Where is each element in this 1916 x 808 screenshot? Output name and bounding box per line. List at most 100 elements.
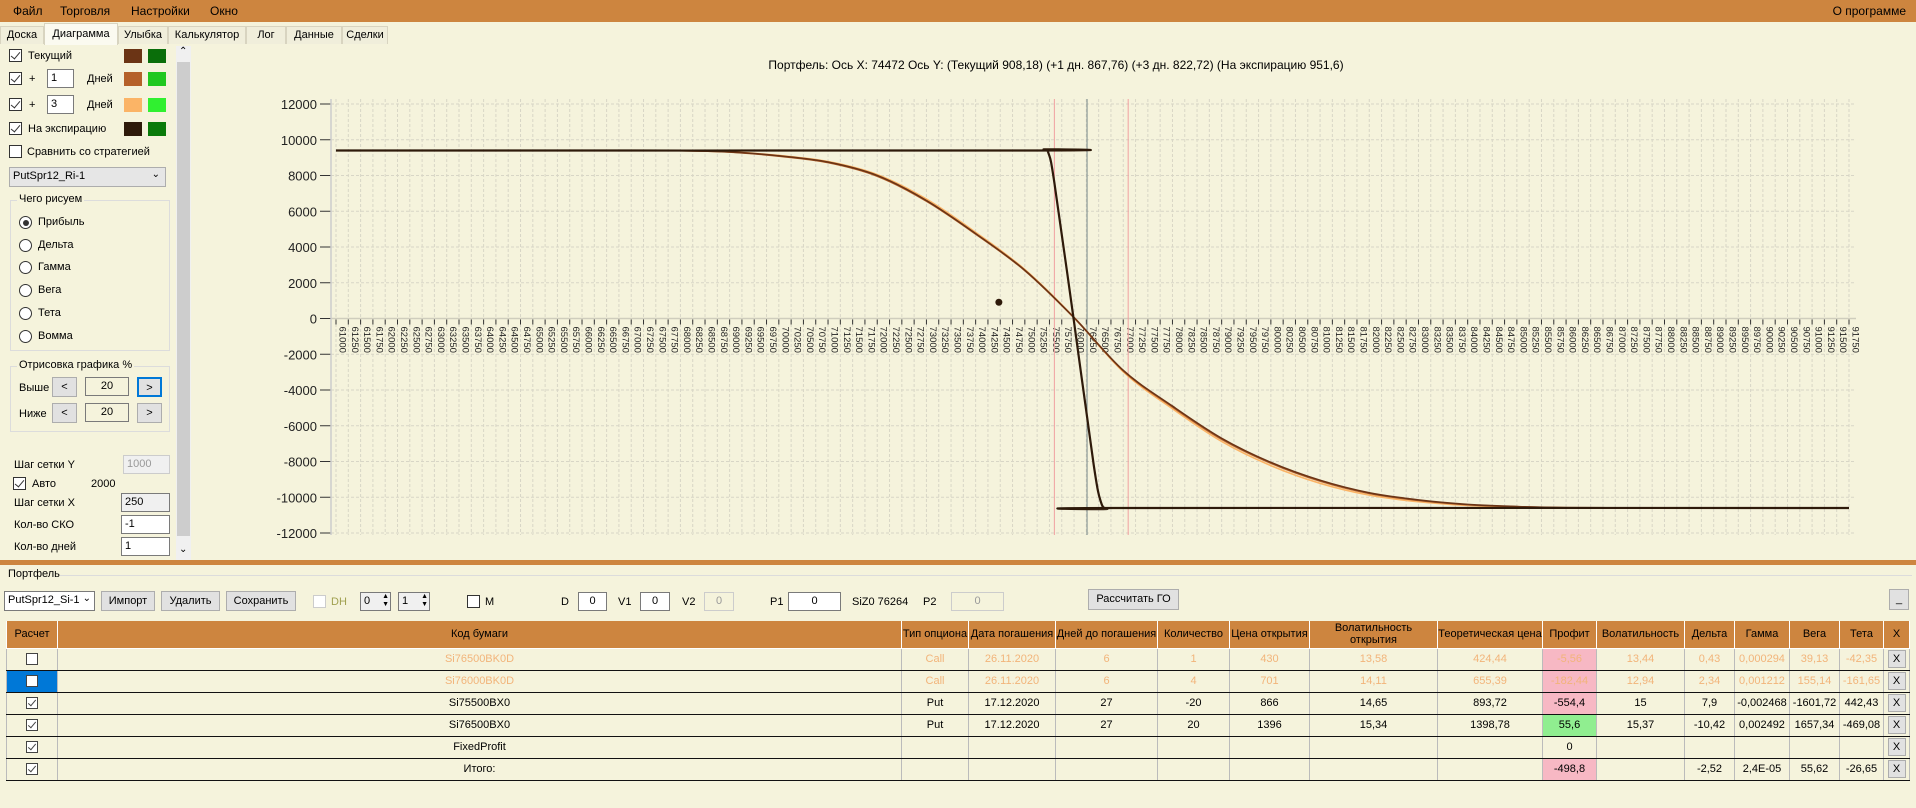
cell-13[interactable]: -469,08 [1839,713,1884,737]
cell-3[interactable]: 27 [1055,713,1158,737]
spinner-arrows-icon[interactable]: ▲ ▼ [421,593,428,609]
delete-row-button[interactable]: X [1887,650,1906,668]
cell-0[interactable]: Итого: [57,757,902,781]
cell-9[interactable] [1596,735,1685,759]
cell-12[interactable]: 155,14 [1789,669,1840,693]
table-row[interactable]: Si75500BX0 Put 17.12.2020 27 -20 866 14,65 893,… [6,691,1910,715]
cell-9[interactable]: 15 [1596,691,1685,715]
cell-2[interactable]: 17.12.2020 [968,713,1056,737]
cell-8[interactable]: -182,44 [1542,669,1597,693]
column-header[interactable]: Дней до погашения [1055,621,1158,649]
cell-5[interactable]: 1396 [1229,713,1310,737]
cell-4[interactable] [1157,757,1230,781]
p2-input[interactable]: 0 [951,592,1004,611]
cell-1[interactable]: Call [901,669,969,693]
cell-11[interactable]: -0,002468 [1734,691,1790,715]
cell-8[interactable]: 0 [1542,735,1597,759]
v1-input[interactable]: 0 [640,592,670,611]
cell-13[interactable]: -26,65 [1839,757,1884,781]
calc-cell[interactable] [6,691,58,715]
delete-button[interactable]: Удалить [161,591,220,611]
profit-chart[interactable]: 12000 10000 8000 6000 4000 2000 0 -2000 -4000 -60… [0,0,1916,560]
cell-13[interactable]: -161,65 [1839,669,1884,693]
cell-2[interactable]: 26.11.2020 [968,647,1056,671]
calc-cell[interactable] [6,713,58,737]
column-header[interactable]: X [1883,621,1910,649]
column-header[interactable]: Тип опциона [901,621,969,649]
cell-9[interactable] [1596,757,1685,781]
cell-12[interactable]: 39,13 [1789,647,1840,671]
cell-12[interactable] [1789,735,1840,759]
cell-12[interactable]: 1657,34 [1789,713,1840,737]
delete-row-button[interactable]: X [1887,760,1906,778]
calc-cell[interactable] [6,647,58,671]
cell-10[interactable]: -2,52 [1684,757,1735,781]
calc-checkbox[interactable] [26,763,38,776]
v2-input[interactable]: 0 [704,592,734,611]
column-header[interactable]: Количество [1157,621,1230,649]
cell-1[interactable]: Put [901,691,969,715]
spinner-1[interactable]: 0 ▲ ▼ [360,592,391,611]
table-row[interactable]: Si76500BK0D Call 26.11.2020 6 1 430 13,58 424,4… [6,647,1910,671]
import-button[interactable]: Импорт [101,591,155,611]
cell-5[interactable] [1229,735,1310,759]
cell-3[interactable]: 27 [1055,691,1158,715]
cell-3[interactable] [1055,735,1158,759]
cell-6[interactable]: 13,58 [1309,647,1438,671]
cell-0[interactable]: Si76000BK0D [57,669,902,693]
column-header[interactable]: Тета [1839,621,1884,649]
spinner-arrows-icon[interactable]: ▲ ▼ [382,593,389,609]
delete-row-button[interactable]: X [1887,672,1906,690]
cell-12[interactable]: -1601,72 [1789,691,1840,715]
cell-5[interactable] [1229,757,1310,781]
calc-checkbox[interactable] [26,675,38,688]
cell-13[interactable] [1839,735,1884,759]
cell-1[interactable]: Put [901,713,969,737]
save-button[interactable]: Сохранить [226,591,296,611]
cell-6[interactable] [1309,735,1438,759]
cell-0[interactable]: FixedProfit [57,735,902,759]
cell-1[interactable] [901,735,969,759]
cell-0[interactable]: Si76500BX0 [57,713,902,737]
dh-checkbox[interactable] [313,595,326,608]
cell-3[interactable]: 6 [1055,647,1158,671]
cell-5[interactable]: 701 [1229,669,1310,693]
cell-11[interactable]: 0,000294 [1734,647,1790,671]
cell-4[interactable] [1157,735,1230,759]
column-header[interactable]: Профит [1542,621,1597,649]
cell-1[interactable] [901,757,969,781]
cell-5[interactable]: 866 [1229,691,1310,715]
cell-9[interactable]: 12,94 [1596,669,1685,693]
cell-5[interactable]: 430 [1229,647,1310,671]
calc-checkbox[interactable] [26,653,38,666]
column-header[interactable]: Волатильность открытия [1309,621,1438,649]
cell-3[interactable]: 6 [1055,669,1158,693]
cell-0[interactable]: Si75500BX0 [57,691,902,715]
calc-cell[interactable] [6,735,58,759]
cell-1[interactable]: Call [901,647,969,671]
cell-7[interactable] [1437,735,1543,759]
table-row[interactable]: Итого: -498,8 -2,52 2,4E-05 55,62 -26,65 X [6,757,1910,781]
cell-2[interactable] [968,735,1056,759]
cell-6[interactable]: 14,11 [1309,669,1438,693]
delete-row-button[interactable]: X [1887,716,1906,734]
cell-11[interactable] [1734,735,1790,759]
cell-4[interactable]: 4 [1157,669,1230,693]
column-header[interactable]: Цена открытия [1229,621,1310,649]
column-header[interactable]: Дата погашения [968,621,1056,649]
calc-cell[interactable] [6,757,58,781]
cell-13[interactable]: 442,43 [1839,691,1884,715]
cell-7[interactable]: 655,39 [1437,669,1543,693]
cell-10[interactable]: 2,34 [1684,669,1735,693]
cell-6[interactable]: 14,65 [1309,691,1438,715]
column-header[interactable]: Дельта [1684,621,1735,649]
delete-row-button[interactable]: X [1887,738,1906,756]
spinner-2[interactable]: 1 ▲ ▼ [398,592,430,611]
cell-8[interactable]: 55,6 [1542,713,1597,737]
table-row[interactable]: FixedProfit 0 X [6,735,1910,759]
calc-go-button[interactable]: Рассчитать ГО [1088,589,1179,610]
cell-4[interactable]: 1 [1157,647,1230,671]
cell-13[interactable]: -42,35 [1839,647,1884,671]
cell-10[interactable] [1684,735,1735,759]
cell-8[interactable]: -498,8 [1542,757,1597,781]
